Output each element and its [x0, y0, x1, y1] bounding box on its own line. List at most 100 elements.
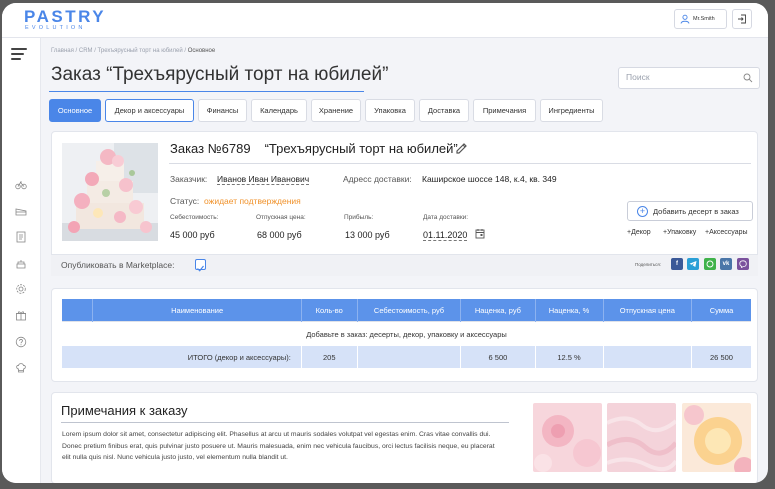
- user-icon: [680, 14, 690, 24]
- delivery-date-value[interactable]: 01.11.2020: [423, 230, 468, 241]
- title-underline: [49, 91, 364, 92]
- cost-value: 45 000 руб: [170, 230, 215, 240]
- search-icon[interactable]: [743, 73, 753, 83]
- help-icon[interactable]: [14, 335, 28, 349]
- notes-divider: [61, 422, 509, 423]
- date-label: Дата доставки:: [423, 214, 469, 221]
- add-dessert-label: Добавить десерт в заказ: [653, 206, 739, 216]
- customer-label: Заказчик:: [170, 174, 208, 184]
- chef-hat-icon[interactable]: [14, 361, 28, 375]
- col-header-markup-rub[interactable]: Наценка, руб: [460, 299, 536, 322]
- col-header-name[interactable]: Наименование: [92, 299, 302, 322]
- status-label: Статус:: [170, 196, 200, 206]
- tab-finance[interactable]: Финансы: [198, 99, 247, 122]
- col-header-markup-pct[interactable]: Наценка, %: [535, 299, 604, 322]
- col-header-index: [62, 299, 94, 322]
- facebook-icon[interactable]: f: [671, 258, 683, 270]
- order-number: Заказ №6789: [170, 141, 251, 156]
- share-label: Поделиться:: [635, 262, 662, 267]
- tab-delivery[interactable]: Доставка: [419, 99, 469, 122]
- add-dessert-button[interactable]: + Добавить десерт в заказ: [627, 201, 753, 221]
- breadcrumb-order[interactable]: Трехъярусный торт на юбилей: [98, 48, 183, 54]
- total-cost: [357, 346, 462, 368]
- logout-button[interactable]: [732, 9, 752, 29]
- col-header-cost[interactable]: Себестоимость, руб: [357, 299, 462, 322]
- tab-storage[interactable]: Хранение: [311, 99, 361, 122]
- order-heading: Заказ №6789 “Трехъярусный торт на юбилей”: [170, 141, 458, 156]
- table-header-row: Наименование Коль-во Себестоимость, руб …: [62, 299, 751, 322]
- user-menu-button[interactable]: Mr.Smith: [674, 9, 727, 29]
- bicycle-icon[interactable]: [14, 178, 28, 192]
- address-value: Каширское шоссе 148, к.4, кв. 349: [422, 174, 557, 184]
- add-items-hint[interactable]: Добавьте в заказ: десерты, декор, упаков…: [62, 321, 751, 346]
- total-sum: 26 500: [691, 346, 751, 368]
- page-title: Заказ “Трехъярусный торт на юбилей”: [51, 64, 389, 85]
- telegram-icon[interactable]: [687, 258, 699, 270]
- settings-icon[interactable]: [14, 282, 28, 296]
- tab-calendar[interactable]: Календарь: [251, 99, 307, 122]
- cake-slice-icon[interactable]: [14, 204, 28, 218]
- checkmark-icon: [197, 265, 204, 272]
- tab-main[interactable]: Основное: [49, 99, 101, 122]
- price-value: 68 000 руб: [257, 230, 302, 240]
- breadcrumb-current: Основное: [187, 48, 216, 54]
- app-window: PASTRY EVOLUTION Mr.Smith Главная / CRM …: [2, 3, 768, 483]
- notes-image-2[interactable]: [607, 403, 676, 472]
- tab-ingredients[interactable]: Ингредиенты: [540, 99, 603, 122]
- publish-checkbox[interactable]: [195, 259, 206, 272]
- vk-icon[interactable]: vk: [720, 258, 732, 270]
- search-box: [618, 67, 760, 89]
- profit-label: Прибыль:: [344, 214, 374, 221]
- customer-value[interactable]: Иванов Иван Иванович: [217, 174, 310, 185]
- calendar-icon[interactable]: [475, 228, 485, 239]
- col-header-price[interactable]: Отпускная цена: [603, 299, 692, 322]
- search-input[interactable]: [626, 72, 736, 82]
- cake-icon[interactable]: [14, 256, 28, 270]
- logo-subtitle: EVOLUTION: [25, 25, 86, 31]
- whatsapp-icon[interactable]: [704, 258, 716, 270]
- logo[interactable]: PASTRY EVOLUTION: [24, 8, 106, 32]
- hamburger-menu-icon[interactable]: [11, 48, 27, 63]
- order-divider: [169, 163, 751, 164]
- sidebar: [2, 38, 41, 483]
- publish-label: Опубликовать в Marketplace:: [61, 260, 175, 270]
- table-row-total: ИТОГО (декор и аксессуары): 205 6 500 12…: [62, 346, 751, 368]
- cake-image: [62, 143, 158, 241]
- edit-icon[interactable]: [455, 141, 469, 155]
- plus-circle-icon: +: [637, 205, 648, 217]
- col-header-sum[interactable]: Сумма: [691, 299, 751, 322]
- tab-packaging[interactable]: Упаковка: [365, 99, 415, 122]
- address-label: Адресс доставки:: [343, 174, 412, 184]
- notes-image-1[interactable]: [533, 403, 602, 472]
- user-name: Mr.Smith: [693, 16, 715, 22]
- total-label: ИТОГО (декор и аксессуары):: [62, 346, 302, 368]
- logout-icon: [738, 14, 746, 24]
- breadcrumb: Главная / CRM / Трехъярусный торт на юби…: [51, 48, 216, 54]
- total-markup-rub: 6 500: [460, 346, 536, 368]
- col-header-qty[interactable]: Коль-во: [301, 299, 358, 322]
- cost-label: Себестоимость:: [170, 214, 219, 221]
- total-price: [603, 346, 692, 368]
- notes-text: Lorem ipsum dolor sit amet, consectetur …: [62, 431, 495, 461]
- add-accessories-link[interactable]: +Аксессуары: [705, 229, 748, 236]
- viber-icon[interactable]: [737, 258, 749, 270]
- document-icon[interactable]: [14, 230, 28, 244]
- tab-notes[interactable]: Примечания: [473, 99, 536, 122]
- price-label: Отпускная цена:: [256, 214, 306, 221]
- profit-value: 13 000 руб: [345, 230, 390, 240]
- logo-name: PASTRY: [24, 7, 107, 26]
- total-qty: 205: [301, 346, 358, 368]
- notes-image-3[interactable]: [682, 403, 751, 472]
- notes-title: Примечания к заказу: [61, 403, 188, 418]
- top-bar: PASTRY EVOLUTION Mr.Smith: [2, 3, 768, 38]
- items-table: Наименование Коль-во Себестоимость, руб …: [62, 299, 751, 368]
- table-row-add: Добавьте в заказ: десерты, декор, упаков…: [62, 321, 751, 346]
- breadcrumb-home[interactable]: Главная: [51, 48, 74, 54]
- total-markup-pct: 12.5 %: [535, 346, 604, 368]
- tab-decor[interactable]: Декор и аксессуары: [105, 99, 194, 122]
- breadcrumb-crm[interactable]: CRM: [79, 48, 93, 54]
- add-decor-link[interactable]: +Декор: [627, 229, 651, 236]
- gift-icon[interactable]: [14, 308, 28, 322]
- add-packaging-link[interactable]: +Упаковку: [663, 229, 696, 236]
- status-value[interactable]: ожидает подтверждения: [204, 196, 301, 206]
